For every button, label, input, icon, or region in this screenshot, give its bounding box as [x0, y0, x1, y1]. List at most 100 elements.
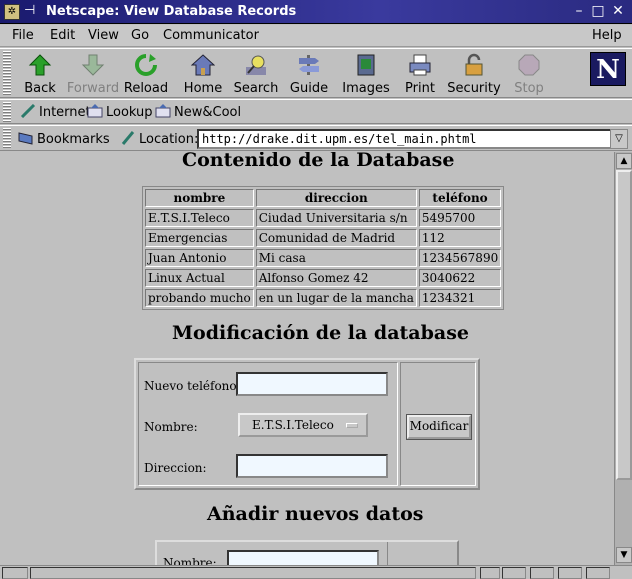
guide-icon: [299, 55, 319, 75]
table-row: Juan Antonio Mi casa 1234567890: [145, 249, 502, 267]
reload-icon: [135, 54, 157, 76]
security-button[interactable]: Security: [444, 51, 504, 97]
reload-button[interactable]: Reload: [118, 51, 174, 97]
padlock-icon: [465, 53, 483, 76]
table-cell: 3040622: [418, 269, 502, 287]
forward-button[interactable]: Forward: [65, 51, 121, 97]
add-name-input[interactable]: [227, 550, 379, 565]
modify-button-cell: Modificar: [400, 362, 476, 486]
modify-fields-cell: Nuevo teléfono: Nombre: E.T.S.I.Teleco D…: [138, 362, 398, 486]
minimize-icon[interactable]: –: [570, 3, 588, 21]
composer-icon[interactable]: [558, 567, 582, 579]
menu-edit[interactable]: Edit: [50, 28, 75, 43]
table-cell: Linux Actual: [145, 269, 254, 287]
menu-bar: File Edit View Go Communicator Help: [0, 25, 632, 47]
search-icon: [246, 55, 266, 75]
navigation-toolbar: Back Forward Reload Home Search Guide Im…: [0, 48, 632, 98]
lookup-link[interactable]: Lookup: [87, 104, 153, 120]
search-button[interactable]: Search: [228, 51, 284, 97]
column-header: direccion: [255, 189, 417, 207]
internet-link[interactable]: Internet: [20, 104, 91, 120]
location-toolbar-grip[interactable]: [3, 128, 11, 149]
location-label: Location:: [120, 131, 198, 147]
heading-modify-database: Modificación de la database: [172, 322, 469, 344]
table-header-row: nombre direccion teléfono: [145, 189, 502, 207]
address-input[interactable]: [236, 454, 388, 478]
print-button[interactable]: Print: [392, 51, 448, 97]
menu-help[interactable]: Help: [592, 28, 622, 43]
netscape-logo-icon[interactable]: N: [590, 52, 626, 86]
form-divider: [387, 542, 388, 565]
edit-icon[interactable]: [586, 567, 610, 579]
folder-icon: [155, 104, 171, 118]
mail-icon[interactable]: [530, 567, 554, 579]
home-button[interactable]: Home: [175, 51, 231, 97]
records-table: nombre direccion teléfono E.T.S.I.Teleco…: [142, 186, 505, 310]
location-toolbar: Bookmarks Location: http://drake.dit.upm…: [0, 125, 632, 151]
table-cell: en un lugar de la mancha: [255, 289, 417, 307]
status-bar: [0, 565, 632, 579]
location-url-field[interactable]: http://drake.dit.upm.es/tel_main.phtml: [197, 129, 612, 149]
table-cell: Emergencias: [145, 229, 254, 247]
close-icon[interactable]: ✕: [609, 3, 627, 21]
home-icon: [191, 54, 215, 76]
table-cell: Ciudad Universitaria s/n: [255, 209, 417, 227]
menu-communicator[interactable]: Communicator: [163, 28, 259, 43]
table-cell: Comunidad de Madrid: [255, 229, 417, 247]
title-bar: ✲ ⊣ Netscape: View Database Records – □ …: [0, 0, 632, 24]
vertical-scrollbar[interactable]: ▲ ▼: [614, 152, 632, 565]
column-header: nombre: [145, 189, 254, 207]
modify-button[interactable]: Modificar: [406, 414, 472, 440]
pin-icon[interactable]: ⊣: [24, 3, 35, 18]
table-cell: Juan Antonio: [145, 249, 254, 267]
table-row: Linux Actual Alfonso Gomez 42 3040622: [145, 269, 502, 287]
security-status-icon[interactable]: [2, 567, 28, 579]
name-select[interactable]: E.T.S.I.Teleco: [238, 413, 368, 437]
toolbar-grip[interactable]: [3, 51, 11, 96]
name-label: Nombre:: [144, 420, 198, 434]
table-cell: 1234567890: [418, 249, 502, 267]
table-cell: Alfonso Gomez 42: [255, 269, 417, 287]
location-dropdown-icon[interactable]: ▽: [610, 129, 628, 149]
modify-form: Nuevo teléfono: Nombre: E.T.S.I.Teleco D…: [134, 358, 480, 490]
add-name-label: Nombre:: [163, 556, 217, 565]
images-button[interactable]: Images: [338, 51, 394, 97]
personal-toolbar-grip[interactable]: [3, 102, 11, 122]
newcool-link[interactable]: New&Cool: [155, 104, 241, 120]
bookmarks-button[interactable]: Bookmarks: [18, 131, 110, 147]
printer-icon: [409, 54, 431, 76]
folder-icon: [87, 104, 103, 118]
heading-database-contents: Contenido de la Database: [182, 152, 455, 171]
menu-view[interactable]: View: [88, 28, 119, 43]
table-cell: probando mucho: [145, 289, 254, 307]
guide-button[interactable]: Guide: [281, 51, 337, 97]
stop-button[interactable]: Stop: [501, 51, 557, 97]
back-button[interactable]: Back: [12, 51, 68, 97]
bookmarks-icon: [18, 132, 33, 145]
page-content: Contenido de la Database nombre direccio…: [0, 152, 614, 565]
navigator-icon[interactable]: [502, 567, 526, 579]
table-cell: 5495700: [418, 209, 502, 227]
select-indicator-icon: [346, 423, 358, 428]
forward-arrow-icon: [81, 54, 105, 76]
new-phone-input[interactable]: [236, 372, 388, 396]
table-cell: 112: [418, 229, 502, 247]
window-title: Netscape: View Database Records: [46, 4, 297, 19]
personal-toolbar: Internet Lookup New&Cool: [0, 99, 632, 124]
maximize-icon[interactable]: □: [589, 3, 607, 21]
grip-icon: [480, 567, 500, 579]
menu-go[interactable]: Go: [131, 28, 149, 43]
page-proxy-icon[interactable]: [120, 131, 136, 145]
scroll-thumb[interactable]: [616, 170, 632, 480]
window-menu-icon[interactable]: ✲: [4, 4, 20, 20]
back-arrow-icon: [28, 54, 52, 76]
images-icon: [357, 54, 375, 76]
add-form: Nombre:: [155, 540, 459, 565]
table-cell: E.T.S.I.Teleco: [145, 209, 254, 227]
menu-file[interactable]: File: [12, 28, 34, 43]
scroll-up-icon[interactable]: ▲: [616, 153, 632, 169]
status-text: [30, 567, 476, 579]
scroll-down-icon[interactable]: ▼: [616, 547, 632, 563]
table-row: Emergencias Comunidad de Madrid 112: [145, 229, 502, 247]
heading-add-new-data: Añadir nuevos datos: [207, 503, 424, 525]
